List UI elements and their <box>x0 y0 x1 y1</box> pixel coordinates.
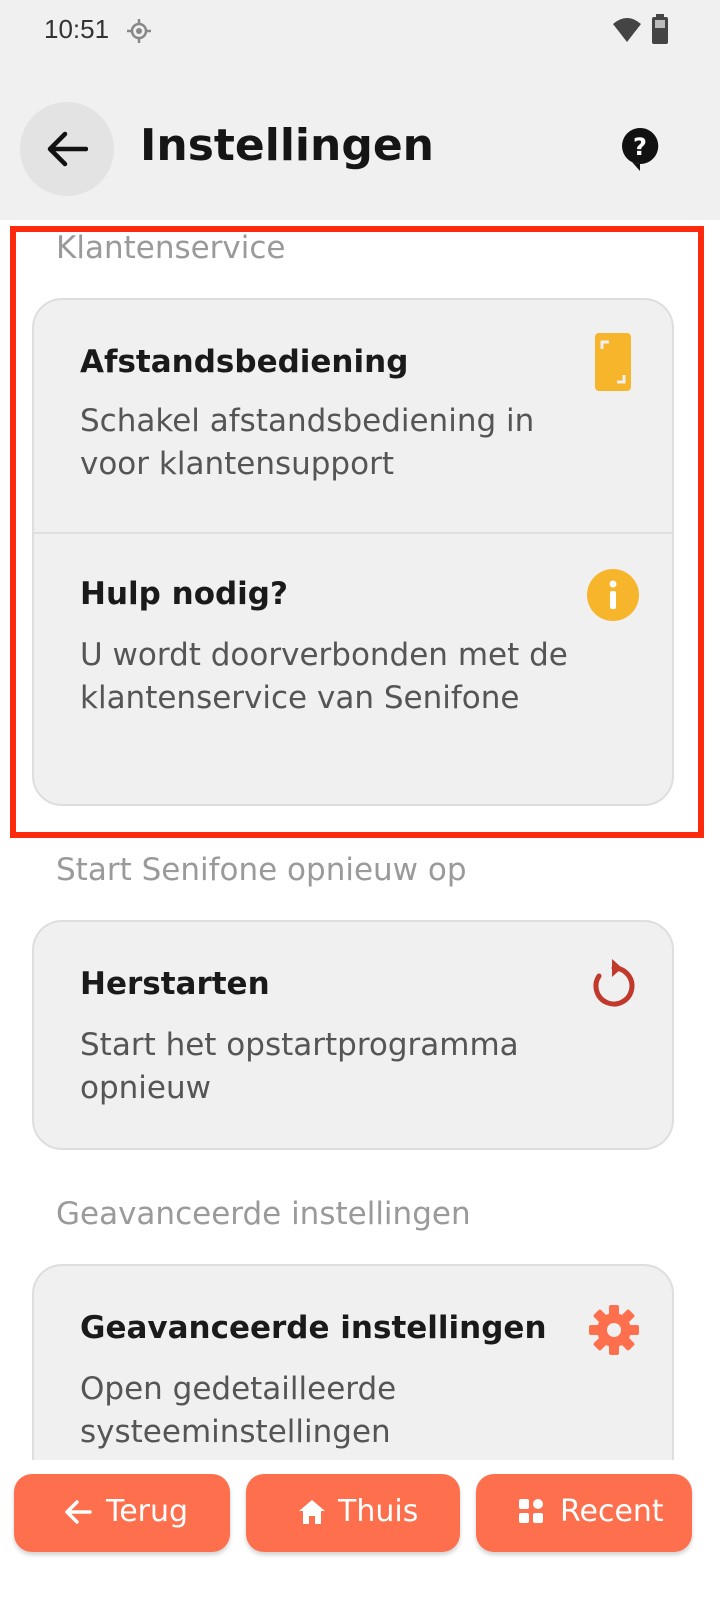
row-title: Geavanceerde instellingen <box>80 1310 547 1346</box>
bottom-navigation: Terug Thuis Recent <box>0 1460 720 1600</box>
row-title: Hulp nodig? <box>80 576 288 612</box>
app-bar: Instellingen ? <box>0 64 720 220</box>
nav-home-label: Thuis <box>338 1494 419 1529</box>
location-icon <box>127 19 151 43</box>
help-needed-row[interactable]: Hulp nodig? U wordt doorverbonden met de… <box>34 534 672 804</box>
wifi-icon <box>613 18 641 42</box>
restart-icon <box>593 959 635 1007</box>
gear-icon <box>589 1305 639 1355</box>
remote-phone-icon <box>595 333 631 391</box>
klantenservice-card: Afstandsbediening Schakel afstandsbedien… <box>32 298 674 806</box>
nav-recent-label: Recent <box>560 1494 664 1529</box>
home-icon <box>299 1500 325 1524</box>
help-icon[interactable]: ? <box>620 126 660 172</box>
nav-home-button[interactable]: Thuis <box>246 1474 460 1552</box>
nav-back-button[interactable]: Terug <box>14 1474 230 1552</box>
row-description: Open gedetailleerde systeeminstellingen <box>80 1371 397 1450</box>
row-description: U wordt doorverbonden met de klantenserv… <box>80 637 568 716</box>
section-title-klantenservice: Klantenservice <box>56 230 286 266</box>
restart-card: Herstarten Start het opstartprogramma op… <box>32 920 674 1150</box>
status-time: 10:51 <box>44 14 110 44</box>
page-title: Instellingen <box>140 120 434 171</box>
row-title: Afstandsbediening <box>80 344 409 380</box>
remote-control-row[interactable]: Afstandsbediening Schakel afstandsbedien… <box>34 300 672 532</box>
restart-row[interactable]: Herstarten Start het opstartprogramma op… <box>34 922 672 1148</box>
arrow-left-icon <box>47 131 88 167</box>
apps-grid-icon <box>519 1499 543 1523</box>
row-description: Start het opstartprogramma opnieuw <box>80 1027 519 1106</box>
battery-icon <box>652 14 668 44</box>
arrow-left-icon <box>65 1500 92 1524</box>
info-icon <box>587 569 639 621</box>
row-title: Herstarten <box>80 966 270 1002</box>
back-button[interactable] <box>20 102 114 196</box>
section-title-advanced: Geavanceerde instellingen <box>56 1196 471 1232</box>
svg-text:?: ? <box>633 133 647 161</box>
row-description: Schakel afstandsbediening in voor klante… <box>80 403 535 482</box>
nav-back-label: Terug <box>106 1494 189 1529</box>
status-bar: 10:51 <box>0 0 720 64</box>
section-title-restart: Start Senifone opnieuw op <box>56 852 467 888</box>
nav-recent-button[interactable]: Recent <box>476 1474 692 1552</box>
